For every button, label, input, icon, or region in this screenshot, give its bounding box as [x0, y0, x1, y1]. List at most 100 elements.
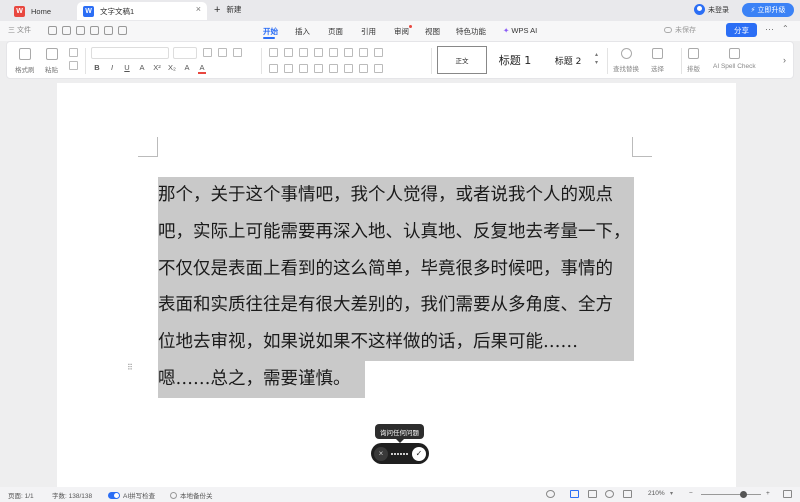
underline-button[interactable]: U	[123, 63, 131, 74]
format-painter-button[interactable]: 格式刷	[15, 48, 35, 74]
decrease-indent-icon[interactable]	[299, 48, 308, 57]
ai-spell-check-button[interactable]: AI Spell Check	[713, 48, 756, 70]
zoom-slider-handle[interactable]	[740, 491, 747, 498]
menu-references[interactable]: 引用	[361, 26, 376, 37]
style-heading-2[interactable]: 标题 2	[543, 46, 593, 74]
upgrade-button[interactable]: ⚡ 立即升级	[742, 3, 794, 17]
bold-button[interactable]: B	[93, 63, 101, 74]
font-size-select[interactable]	[173, 47, 197, 59]
eye-protection-icon[interactable]	[546, 490, 555, 498]
menu-home[interactable]: 开始	[263, 26, 278, 37]
ribbon-more-chevron-icon[interactable]: ›	[783, 55, 786, 65]
redo-icon[interactable]	[118, 26, 127, 35]
write-mode-icon[interactable]	[623, 490, 632, 498]
share-button[interactable]: 分享	[726, 23, 757, 37]
border-icon[interactable]	[374, 48, 383, 57]
menu-features[interactable]: 特色功能	[456, 26, 486, 37]
word-count[interactable]: 字数: 138/138	[52, 490, 92, 500]
zoom-level[interactable]: 210%	[648, 490, 665, 497]
print-icon[interactable]	[76, 26, 85, 35]
format-painter-icon	[18, 48, 31, 60]
menu-view[interactable]: 视图	[425, 26, 440, 37]
fit-page-icon[interactable]	[783, 490, 792, 498]
tab-document[interactable]: W 文字文稿1 ×	[77, 2, 207, 20]
strikethrough-button[interactable]: A	[138, 63, 146, 74]
subscript-button[interactable]: X₂	[168, 63, 176, 74]
page-count[interactable]: 页面: 1/1	[8, 490, 34, 500]
font-color-button[interactable]: A	[198, 63, 206, 74]
superscript-button[interactable]: X²	[153, 63, 161, 74]
font-family-select[interactable]	[91, 47, 169, 59]
zoom-in-button[interactable]: +	[766, 490, 770, 497]
copy-icon[interactable]	[69, 61, 78, 70]
collapse-ribbon-icon[interactable]: ⌃	[782, 24, 789, 33]
document-icon: W	[83, 5, 94, 17]
export-icon[interactable]	[62, 26, 71, 35]
italic-button[interactable]: I	[108, 63, 116, 74]
cancel-icon[interactable]: ×	[374, 446, 388, 461]
confirm-icon[interactable]: ✓	[412, 446, 426, 461]
style-normal[interactable]: 正文	[437, 46, 487, 74]
menu-insert[interactable]: 插入	[295, 26, 310, 37]
save-icon[interactable]	[48, 26, 57, 35]
increase-indent-icon[interactable]	[314, 48, 323, 57]
layout-button[interactable]: 排版	[687, 48, 700, 73]
outline-view-icon[interactable]	[588, 490, 597, 498]
menu-page[interactable]: 页面	[328, 26, 343, 37]
align-left-icon[interactable]	[269, 64, 278, 73]
close-tab-icon[interactable]: ×	[196, 4, 201, 14]
clipboard-small-tools	[69, 48, 78, 70]
menu-review[interactable]: 审阅	[394, 26, 409, 37]
undo-icon[interactable]	[104, 26, 113, 35]
paragraph-settings-icon[interactable]	[374, 64, 383, 73]
zoom-dropdown-icon[interactable]: ▾	[670, 490, 673, 497]
chinese-layout-icon[interactable]	[329, 48, 338, 57]
margin-corner-top-right	[632, 137, 652, 157]
selected-paragraph[interactable]: 那个，关于这个事情吧，我个人觉得，或者说我个人的观点 吧，实际上可能需要再深入地…	[158, 177, 634, 398]
text-line: 那个，关于这个事情吧，我个人觉得，或者说我个人的观点	[158, 177, 634, 214]
justify-icon[interactable]	[314, 64, 323, 73]
file-menu-button[interactable]: 三 文件	[8, 25, 31, 35]
preview-icon[interactable]	[90, 26, 99, 35]
align-right-icon[interactable]	[299, 64, 308, 73]
find-replace-label: 查找替换	[613, 66, 639, 73]
shading-icon[interactable]	[359, 64, 368, 73]
ai-spellcheck-toggle[interactable]: AI拼写检查	[108, 490, 155, 500]
grow-font-icon[interactable]	[203, 48, 212, 57]
style-heading-1[interactable]: 标题 1	[489, 46, 541, 74]
zoom-slider[interactable]	[701, 494, 761, 495]
tab-home[interactable]: W Home	[8, 2, 74, 20]
ai-ask-tooltip: 询问任何问题	[375, 424, 424, 443]
line-spacing-icon[interactable]	[344, 64, 353, 73]
sort-icon[interactable]	[344, 48, 353, 57]
format-painter-label: 格式刷	[15, 67, 35, 74]
styles-scroll-arrows[interactable]: ▴ ▾	[595, 51, 598, 67]
show-marks-icon[interactable]	[359, 48, 368, 57]
menu-wps-ai[interactable]: ✦ WPS AI	[503, 26, 537, 35]
wps-ai-icon: ✦	[503, 26, 510, 35]
numbered-list-icon[interactable]	[284, 48, 293, 57]
bullet-list-icon[interactable]	[269, 48, 278, 57]
cut-icon[interactable]	[69, 48, 78, 57]
new-tab-button[interactable]: + 新建	[214, 4, 241, 15]
more-icon[interactable]: ···	[765, 24, 774, 34]
clear-format-icon[interactable]	[233, 48, 242, 57]
local-backup-status[interactable]: 本地备份关	[170, 490, 213, 500]
select-button[interactable]: 选择	[651, 48, 664, 73]
text-format-row: B I U A X² X₂ A A	[93, 63, 206, 74]
layout-label: 排版	[687, 66, 700, 73]
shrink-font-icon[interactable]	[218, 48, 227, 57]
highlight-button[interactable]: A	[183, 63, 191, 74]
web-view-icon[interactable]	[605, 490, 614, 498]
paste-button[interactable]: 粘贴	[45, 48, 58, 74]
paragraph-drag-handle-icon[interactable]: ⠿	[127, 364, 133, 372]
align-center-icon[interactable]	[284, 64, 293, 73]
active-menu-indicator	[263, 37, 275, 39]
login-button[interactable]: 未登录	[694, 4, 729, 15]
page-view-icon[interactable]	[570, 490, 579, 498]
waveform-icon	[391, 452, 409, 455]
find-replace-button[interactable]: 查找替换	[613, 48, 639, 73]
distribute-icon[interactable]	[329, 64, 338, 73]
text-line: 吧，实际上可能需要再深入地、认真地、反复地去考量一下，	[158, 213, 634, 251]
zoom-out-button[interactable]: −	[689, 490, 693, 497]
